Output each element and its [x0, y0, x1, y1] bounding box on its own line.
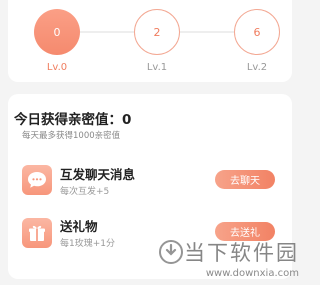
task-desc-gift: 每1玫瑰+1分 — [60, 239, 115, 249]
level-connector — [76, 31, 134, 33]
watermark-brand: 当下软件园 — [184, 241, 299, 265]
level-label: Lv.0 — [46, 62, 68, 73]
level-node-2: 6 — [234, 9, 280, 55]
task-title-gift: 送礼物 — [60, 219, 98, 234]
intimacy-subtitle: 每天最多获得1000亲密值 — [22, 131, 121, 141]
intimacy-title: 今日获得亲密值：0 — [14, 112, 132, 128]
gift-icon — [22, 218, 52, 248]
level-connector — [180, 31, 234, 33]
level-node-0: 0 — [34, 9, 80, 55]
watermark: 当下软件园 — [158, 237, 299, 267]
level-label: Lv.1 — [146, 62, 168, 73]
task-desc-chat: 每次互发+5 — [60, 187, 110, 197]
level-label: Lv.2 — [246, 62, 268, 73]
brand-logo-icon — [159, 240, 183, 264]
level-value: 6 — [253, 25, 261, 39]
task-title-chat: 互发聊天消息 — [60, 167, 136, 182]
level-value: 2 — [153, 25, 161, 39]
watermark-url: www.downxia.com — [205, 268, 299, 279]
go-chat-button[interactable]: 去聊天 — [215, 170, 275, 189]
level-node-1: 2 — [134, 9, 180, 55]
chat-bubble-icon — [22, 165, 52, 195]
level-value: 0 — [53, 25, 61, 39]
